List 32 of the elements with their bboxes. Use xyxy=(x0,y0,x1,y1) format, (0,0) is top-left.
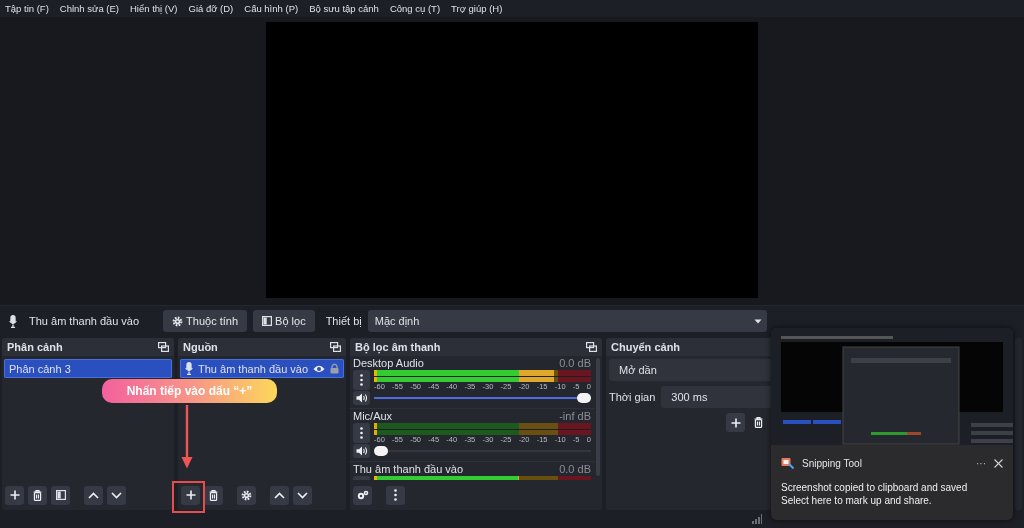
source-item[interactable]: Thu âm thanh đầu vào xyxy=(180,359,344,378)
dock-title: Chuyển cảnh xyxy=(611,341,681,353)
source-name: Thu âm thanh đầu vào xyxy=(29,315,140,327)
menu-item[interactable]: Cấu hình (P) xyxy=(244,3,299,14)
device-dropdown[interactable]: Mặc định xyxy=(367,310,767,332)
menu-item[interactable]: Trợ giúp (H) xyxy=(451,3,503,14)
dock-title: Bộ lọc âm thanh xyxy=(355,341,441,353)
notification-text: Screenshot copied to clipboard and saved xyxy=(781,481,969,494)
notification-text: Select here to mark up and share. xyxy=(781,494,933,507)
channel-name: Thu âm thanh đầu vào xyxy=(353,463,464,475)
callout-tooltip: Nhấn tiếp vào dấu “+” xyxy=(102,379,277,403)
menu-item[interactable]: Giá đỡ (D) xyxy=(188,3,234,14)
menu-item[interactable]: Bộ sưu tập cảnh xyxy=(309,3,379,14)
dock-title: Phân cảnh xyxy=(7,341,63,353)
channel-reading: 0.0 dB xyxy=(559,357,591,369)
channel-reading: 0.0 dB xyxy=(559,463,591,475)
channel-name: Desktop Audio xyxy=(353,357,424,369)
device-label: Thiết bị xyxy=(325,315,362,327)
filters-button[interactable]: Bộ lọc xyxy=(253,310,315,332)
notification-toast[interactable]: Snipping Tool ··· Screenshot copied to clipboard and saved Select here to mark up and share. xyxy=(771,328,1013,520)
dock-title: Nguồn xyxy=(183,341,218,353)
properties-button[interactable]: Thuộc tính xyxy=(163,310,248,332)
more-options-button[interactable]: ··· xyxy=(976,457,986,469)
scene-item[interactable]: Phân cảnh 3 xyxy=(4,359,172,378)
channel-name: Mic/Aux xyxy=(353,410,393,422)
menu-item[interactable]: Chỉnh sửa (E) xyxy=(59,3,119,14)
menu-item[interactable]: Công cụ (T) xyxy=(389,3,441,14)
notification-app-name: Snipping Tool xyxy=(802,457,863,469)
channel-reading: -inf dB xyxy=(559,410,591,422)
menu-item[interactable]: Tập tin (F) xyxy=(5,3,49,14)
menu-item[interactable]: Hiển thị (V) xyxy=(130,3,178,14)
duration-label: Thời gian xyxy=(609,391,656,403)
